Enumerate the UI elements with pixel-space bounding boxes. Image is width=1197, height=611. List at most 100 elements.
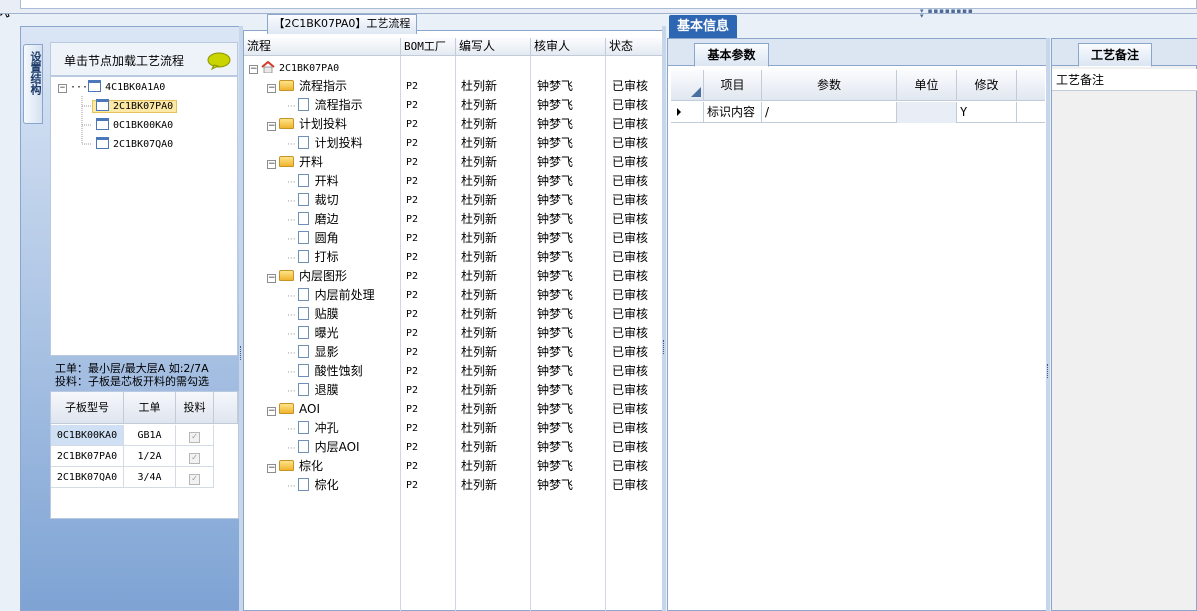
process-step-row[interactable]: ··· 贴膜 — [287, 305, 339, 324]
table-cell-writer[interactable]: 杜列新 — [461, 172, 497, 191]
table-cell-bom[interactable]: P2 — [406, 248, 418, 267]
table-cell-reviewer[interactable]: 钟梦飞 — [537, 210, 573, 229]
tab-structure-settings[interactable]: 设置结构 — [23, 44, 43, 124]
tree-node-child[interactable]: 2C1BK07PA0 — [92, 98, 178, 116]
table-cell-reviewer[interactable]: 钟梦飞 — [537, 172, 573, 191]
table-cell-writer[interactable]: 杜列新 — [461, 305, 497, 324]
process-step-row[interactable]: ··· 冲孔 — [287, 419, 339, 438]
table-cell-status[interactable]: 已审核 — [612, 324, 648, 343]
table-cell-writer[interactable]: 杜列新 — [461, 96, 497, 115]
table-cell-status[interactable]: 已审核 — [612, 115, 648, 134]
collapse-icon[interactable]: − — [267, 274, 276, 283]
collapse-icon[interactable]: − — [267, 407, 276, 416]
column-header-param[interactable]: 参数 — [762, 70, 897, 101]
table-cell-status[interactable]: 已审核 — [612, 134, 648, 153]
process-step-row[interactable]: ··· 计划投料 — [287, 134, 363, 153]
row-pointer-icon[interactable] — [671, 102, 704, 123]
table-cell-status[interactable]: 已审核 — [612, 191, 648, 210]
table-cell-bom[interactable]: P2 — [406, 476, 418, 495]
row-selector-header[interactable] — [671, 70, 704, 101]
table-cell-reviewer[interactable]: 钟梦飞 — [537, 305, 573, 324]
process-step-row[interactable]: ··· 曝光 — [287, 324, 339, 343]
table-cell-status[interactable]: 已审核 — [612, 305, 648, 324]
table-cell-writer[interactable]: 杜列新 — [461, 457, 497, 476]
collapse-icon[interactable]: − — [249, 65, 258, 74]
tab-process-flow[interactable]: 【2C1BK07PA0】工艺流程 — [267, 14, 417, 34]
tab-basic-params[interactable]: 基本参数 — [694, 43, 769, 67]
table-cell-param[interactable]: / — [762, 102, 897, 123]
table-cell-status[interactable]: 已审核 — [612, 229, 648, 248]
process-group-row[interactable]: − 棕化 — [267, 457, 323, 476]
column-header-modify[interactable]: 修改 — [957, 70, 1017, 101]
table-cell-status[interactable]: 已审核 — [612, 362, 648, 381]
table-cell-bom[interactable]: P2 — [406, 381, 418, 400]
table-cell-bom[interactable]: P2 — [406, 438, 418, 457]
table-cell-reviewer[interactable]: 钟梦飞 — [537, 324, 573, 343]
table-cell-writer[interactable]: 杜列新 — [461, 343, 497, 362]
toolbar-grip-handle[interactable]: ▾ ▪▪▪▪▪▪▪▪ ▾ — [920, 8, 980, 20]
table-cell-reviewer[interactable]: 钟梦飞 — [537, 476, 573, 495]
column-header-bom[interactable]: BOM工厂 — [401, 38, 456, 56]
table-cell-writer[interactable]: 杜列新 — [461, 210, 497, 229]
table-cell-reviewer[interactable]: 钟梦飞 — [537, 400, 573, 419]
table-cell-order[interactable]: 3/4A — [124, 467, 176, 488]
process-step-row[interactable]: ··· 打标 — [287, 248, 339, 267]
table-cell-feed[interactable]: ✓ — [176, 446, 214, 467]
table-cell-status[interactable]: 已审核 — [612, 248, 648, 267]
table-cell-writer[interactable]: 杜列新 — [461, 77, 497, 96]
table-cell-status[interactable]: 已审核 — [612, 438, 648, 457]
table-cell-bom[interactable]: P2 — [406, 153, 418, 172]
table-cell-writer[interactable]: 杜列新 — [461, 267, 497, 286]
table-cell-reviewer[interactable]: 钟梦飞 — [537, 381, 573, 400]
collapse-icon[interactable]: − — [267, 464, 276, 473]
process-step-row[interactable]: ··· 棕化 — [287, 476, 339, 495]
table-cell-status[interactable]: 已审核 — [612, 172, 648, 191]
column-header-order[interactable]: 工单 — [124, 392, 176, 424]
tree-node-root[interactable]: − ··· 4C1BK0A1A0 — [58, 79, 165, 97]
process-step-row[interactable]: ··· 裁切 — [287, 191, 339, 210]
table-cell-feed[interactable]: ✓ — [176, 467, 214, 488]
table-cell-status[interactable]: 已审核 — [612, 457, 648, 476]
process-step-row[interactable]: ··· 磨边 — [287, 210, 339, 229]
tree-node-selected[interactable]: 2C1BK07PA0 — [92, 99, 178, 113]
table-cell-reviewer[interactable]: 钟梦飞 — [537, 191, 573, 210]
feed-checkbox[interactable]: ✓ — [189, 432, 200, 443]
table-cell-status[interactable]: 已审核 — [612, 286, 648, 305]
process-group-row[interactable]: − AOI — [267, 400, 320, 419]
table-cell-reviewer[interactable]: 钟梦飞 — [537, 134, 573, 153]
table-cell-model[interactable]: 2C1BK07PA0 — [51, 446, 124, 467]
table-cell-item[interactable]: 标识内容 — [704, 102, 762, 123]
column-header-model[interactable]: 子板型号 — [51, 392, 124, 424]
table-cell-bom[interactable]: P2 — [406, 96, 418, 115]
table-cell-bom[interactable]: P2 — [406, 134, 418, 153]
column-header-reviewer[interactable]: 核审人 — [531, 38, 606, 56]
process-step-row[interactable]: ··· 显影 — [287, 343, 339, 362]
table-cell-bom[interactable]: P2 — [406, 457, 418, 476]
table-cell-bom[interactable]: P2 — [406, 191, 418, 210]
tab-basic-info[interactable]: 基本信息 — [669, 15, 737, 38]
table-cell-reviewer[interactable]: 钟梦飞 — [537, 343, 573, 362]
tree-node-child[interactable]: 0C1BK00KA0 — [96, 117, 173, 135]
table-cell-status[interactable]: 已审核 — [612, 343, 648, 362]
table-cell-reviewer[interactable]: 钟梦飞 — [537, 457, 573, 476]
table-cell-writer[interactable]: 杜列新 — [461, 229, 497, 248]
table-cell-status[interactable]: 已审核 — [612, 210, 648, 229]
table-cell-status[interactable]: 已审核 — [612, 267, 648, 286]
table-cell-bom[interactable]: P2 — [406, 362, 418, 381]
table-cell-reviewer[interactable]: 钟梦飞 — [537, 115, 573, 134]
table-cell-bom[interactable]: P2 — [406, 115, 418, 134]
table-cell-model[interactable]: 0C1BK00KA0 — [51, 425, 124, 446]
feed-checkbox[interactable]: ✓ — [189, 453, 200, 464]
splitter-right[interactable] — [1046, 38, 1050, 611]
table-cell-status[interactable]: 已审核 — [612, 96, 648, 115]
tab-process-notes[interactable]: 工艺备注 — [1078, 43, 1152, 67]
table-cell-writer[interactable]: 杜列新 — [461, 400, 497, 419]
table-cell-status[interactable]: 已审核 — [612, 419, 648, 438]
table-cell-reviewer[interactable]: 钟梦飞 — [537, 77, 573, 96]
process-group-row[interactable]: − 流程指示 — [267, 77, 347, 96]
table-cell-writer[interactable]: 杜列新 — [461, 153, 497, 172]
process-step-row[interactable]: ··· 退膜 — [287, 381, 339, 400]
process-step-row[interactable]: ··· 内层AOI — [287, 438, 360, 457]
column-header-writer[interactable]: 编写人 — [456, 38, 531, 56]
table-cell-reviewer[interactable]: 钟梦飞 — [537, 286, 573, 305]
